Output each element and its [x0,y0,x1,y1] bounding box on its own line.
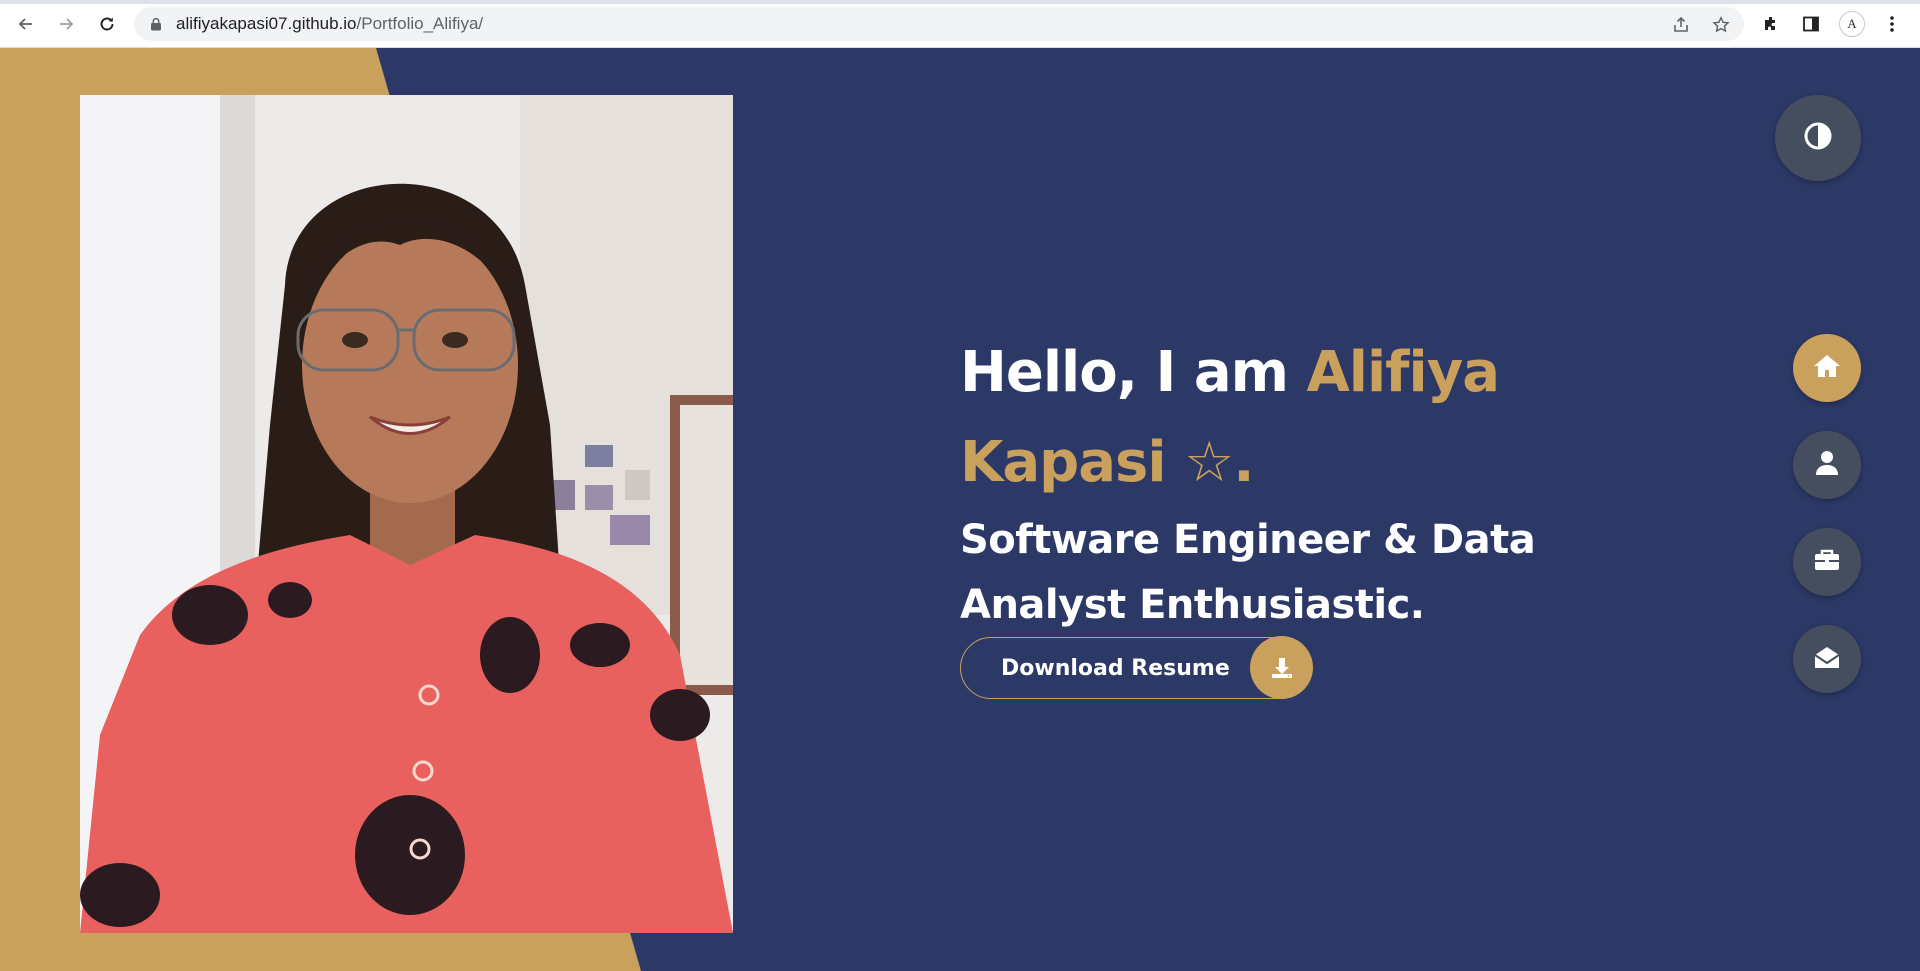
hero-text: Hello, I am Alifiya Kapasi ☆. Software E… [960,328,1600,638]
portfolio-page: Hello, I am Alifiya Kapasi ☆. Software E… [0,48,1920,971]
url-path: /Portfolio_Alifiya/ [356,14,484,33]
contrast-icon [1803,121,1833,155]
download-icon[interactable] [1250,636,1313,699]
hero-greeting: Hello, I am [960,340,1307,405]
browser-toolbar: alifiyakapasi07.github.io/Portfolio_Alif… [0,0,1920,48]
hero-role: Software Engineer & Data Analyst Enthusi… [960,517,1536,628]
envelope-open-icon [1814,645,1840,673]
user-icon [1815,450,1839,480]
menu-kebab-icon[interactable] [1878,10,1906,38]
side-panel-icon[interactable] [1797,10,1825,38]
nav-contact-button[interactable] [1793,625,1861,693]
download-resume-label: Download Resume [1001,655,1230,681]
forward-icon[interactable] [52,10,80,38]
url-text: alifiyakapasi07.github.io/Portfolio_Alif… [176,14,483,34]
nav-portfolio-button[interactable] [1793,528,1861,596]
back-icon[interactable] [12,10,40,38]
profile-avatar[interactable]: A [1839,11,1865,37]
reload-icon[interactable] [93,10,121,38]
home-icon [1813,353,1841,383]
url-domain: alifiyakapasi07.github.io [176,14,357,33]
hero-heading: Hello, I am Alifiya Kapasi ☆. [960,328,1600,508]
extensions-icon[interactable] [1757,10,1785,38]
profile-photo [80,95,733,933]
lock-icon [150,17,164,31]
bookmark-star-icon[interactable] [1709,13,1733,37]
nav-home-button[interactable] [1793,334,1861,402]
nav-about-button[interactable] [1793,431,1861,499]
address-bar[interactable]: alifiyakapasi07.github.io/Portfolio_Alif… [134,7,1744,41]
tab-strip [0,0,1920,4]
share-icon[interactable] [1669,13,1693,37]
download-resume-button[interactable]: Download Resume [960,636,1313,699]
briefcase-icon [1814,548,1840,576]
theme-toggle-button[interactable] [1775,95,1861,181]
